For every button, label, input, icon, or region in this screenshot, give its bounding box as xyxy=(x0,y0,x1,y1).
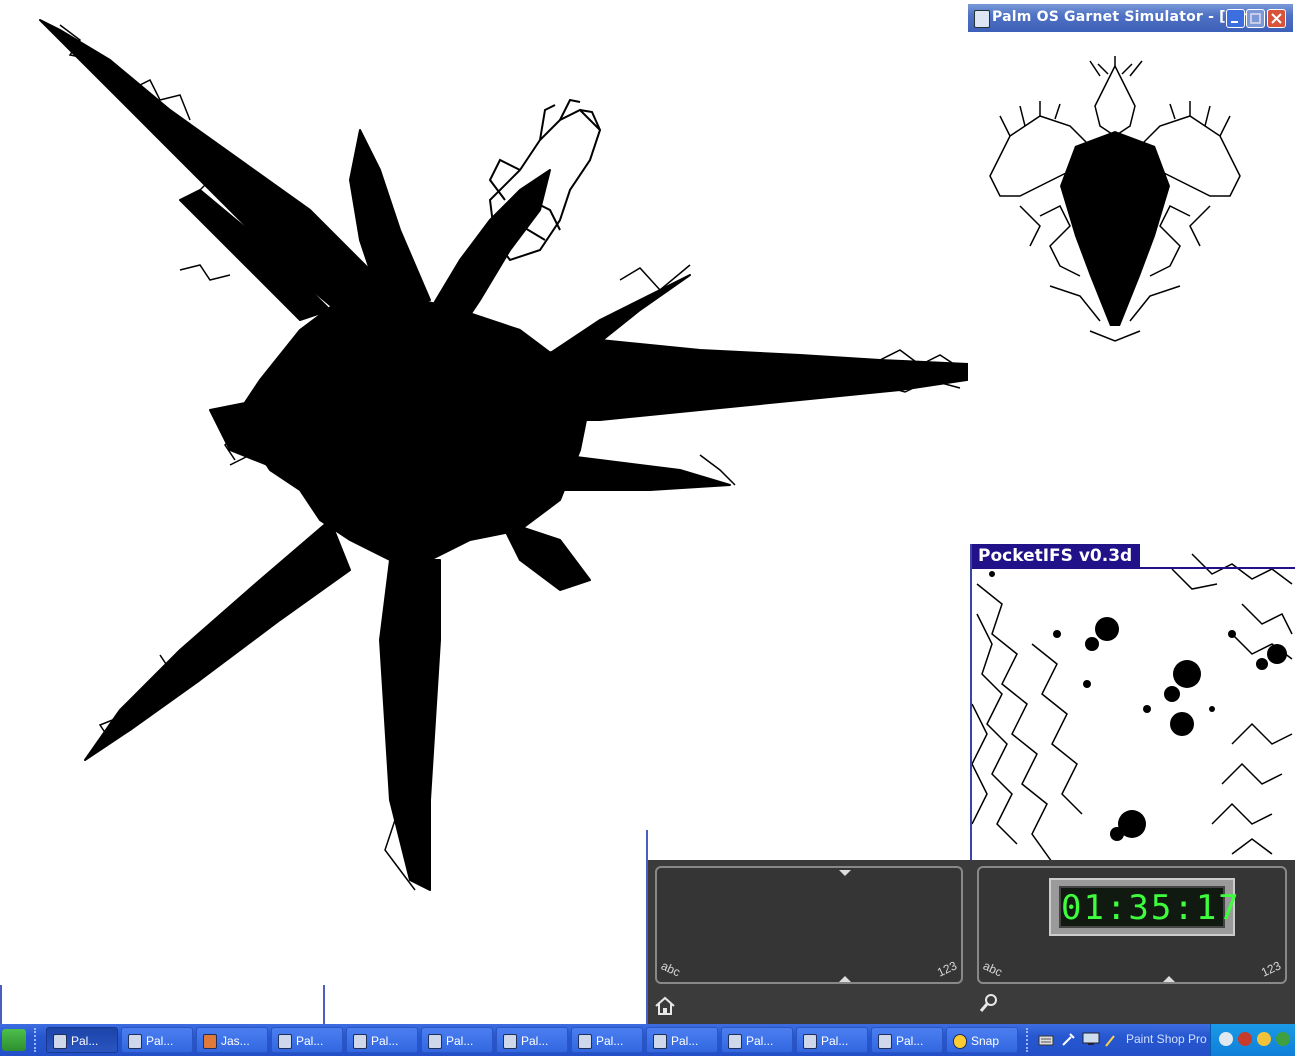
taskbar-item[interactable]: Pal... xyxy=(646,1027,718,1053)
taskbar-item-label: Pal... xyxy=(296,1034,324,1048)
taskbar-item-label: Pal... xyxy=(746,1034,774,1048)
clock-face: 01:35:17 xyxy=(1059,886,1241,928)
tray-app-icon[interactable] xyxy=(1219,1032,1233,1046)
taskbar-item-label: Jas... xyxy=(221,1034,250,1048)
taskbar-item[interactable]: Pal... xyxy=(421,1027,493,1053)
arrow-down-icon xyxy=(839,870,851,876)
taskbar-item[interactable]: Pal... xyxy=(346,1027,418,1053)
find-icon[interactable] xyxy=(978,992,1000,1014)
app-title-underline xyxy=(972,567,1295,569)
palm-sim-icon xyxy=(578,1034,592,1049)
graffiti-input-area-letters[interactable]: abc 123 xyxy=(655,866,963,984)
arrow-up-icon xyxy=(1163,976,1175,982)
minimize-button[interactable] xyxy=(1226,9,1245,28)
taskbar-item-label: Pal... xyxy=(371,1034,399,1048)
home-icon[interactable] xyxy=(654,996,676,1016)
close-button[interactable] xyxy=(1267,9,1286,28)
system-tray xyxy=(1210,1024,1295,1056)
taskbar-item[interactable]: Jas... xyxy=(196,1027,268,1053)
taskbar-item[interactable]: Pal... xyxy=(796,1027,868,1053)
eyedropper-icon[interactable] xyxy=(1060,1031,1076,1047)
minimize-icon xyxy=(1231,21,1238,23)
palm-sim-icon xyxy=(278,1034,292,1049)
taskbar-item-label: Snap xyxy=(971,1034,1000,1048)
palm-sim-icon xyxy=(803,1034,817,1049)
numbers-label: 123 xyxy=(1258,958,1284,980)
window-edge-line xyxy=(323,985,325,1024)
paint-shop-pro-label[interactable]: Paint Shop Pro xyxy=(1126,1032,1207,1046)
clock-time: 01:35:17 xyxy=(1061,888,1241,928)
taskbar-item[interactable]: Pal... xyxy=(271,1027,343,1053)
maximize-button[interactable] xyxy=(1246,9,1265,28)
taskbar-item[interactable]: Snap xyxy=(946,1027,1018,1053)
palm-device-icon xyxy=(974,10,990,28)
taskbar-item-label: Pal... xyxy=(446,1034,474,1048)
graffiti-panel-right: 01:35:17 abc 123 xyxy=(970,860,1295,1024)
taskbar-item-label: Pal... xyxy=(71,1034,99,1048)
app-titlebar: PocketIFS v0.3d xyxy=(972,544,1140,568)
arrow-up-icon xyxy=(839,976,851,982)
fractal-canvas xyxy=(39,19,1001,891)
maximize-icon xyxy=(1250,13,1261,24)
tray-network-icon[interactable] xyxy=(1238,1032,1252,1046)
taskbar-item[interactable]: Pal... xyxy=(721,1027,793,1053)
taskbar-grip[interactable] xyxy=(1026,1028,1031,1052)
palm-app-icon xyxy=(128,1034,142,1049)
graffiti-input-area-numbers[interactable]: 01:35:17 abc 123 xyxy=(977,866,1287,984)
taskbar-item[interactable]: Pal... xyxy=(871,1027,943,1053)
close-icon xyxy=(1271,13,1282,24)
snap-icon xyxy=(953,1034,967,1049)
palm-sim-icon xyxy=(503,1034,517,1049)
letters-label: abc xyxy=(980,958,1005,980)
taskbar-item-label: Pal... xyxy=(821,1034,849,1048)
taskbar-grip[interactable] xyxy=(34,1028,39,1052)
taskbar-item-label: Pal... xyxy=(146,1034,174,1048)
taskbar: Paint Shop Pro Pal... Pal... Jas... Pal... P… xyxy=(0,1024,1295,1056)
app-fractal-canvas xyxy=(972,553,1293,862)
pocketifs-screen[interactable]: PocketIFS v0.3d xyxy=(970,544,1295,862)
simulator-titlebar[interactable]: Palm OS Garnet Simulator - [Simul... xyxy=(968,4,1293,32)
palm-sim-icon xyxy=(878,1034,892,1049)
brush-icon[interactable] xyxy=(1104,1032,1118,1048)
fractal-preview xyxy=(989,56,1241,342)
palm-sim-icon xyxy=(353,1034,367,1049)
taskbar-item-label: Pal... xyxy=(596,1034,624,1048)
taskbar-item[interactable]: Pal... xyxy=(496,1027,568,1053)
monitor-icon[interactable] xyxy=(1082,1031,1100,1047)
palm-sim-icon xyxy=(428,1034,442,1049)
palm-sim-icon xyxy=(653,1034,667,1049)
keyboard-icon[interactable] xyxy=(1038,1032,1054,1048)
tray-security-icon[interactable] xyxy=(1257,1032,1271,1046)
jasc-icon xyxy=(203,1034,217,1049)
taskbar-item[interactable]: Pal... xyxy=(571,1027,643,1053)
window-edge-line xyxy=(0,985,2,1024)
palm-sim-icon xyxy=(53,1034,67,1049)
graffiti-panel-left: abc 123 xyxy=(648,860,970,1024)
palm-sim-icon xyxy=(728,1034,742,1049)
taskbar-item[interactable]: Pal... xyxy=(121,1027,193,1053)
app-title: PocketIFS v0.3d xyxy=(978,546,1133,566)
tray-update-icon[interactable] xyxy=(1276,1032,1290,1046)
taskbar-item-label: Pal... xyxy=(671,1034,699,1048)
numbers-label: 123 xyxy=(934,958,960,980)
taskbar-item-label: Pal... xyxy=(521,1034,549,1048)
start-button[interactable] xyxy=(2,1029,26,1051)
taskbar-item[interactable]: Pal... xyxy=(46,1027,118,1053)
clock-display: 01:35:17 xyxy=(1049,878,1241,936)
letters-label: abc xyxy=(658,958,683,980)
taskbar-item-label: Pal... xyxy=(896,1034,924,1048)
